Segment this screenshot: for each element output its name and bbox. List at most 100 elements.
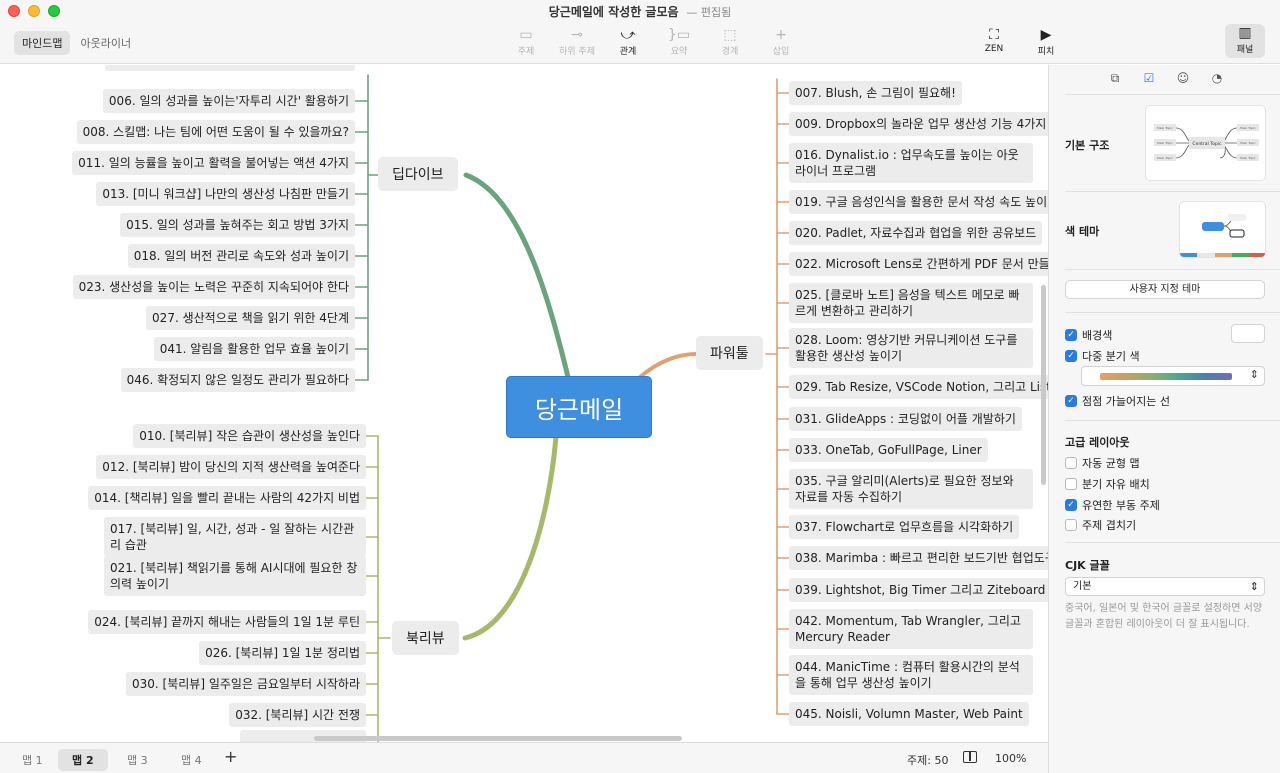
topic-node[interactable]: 014. [책리뷰] 일을 빨리 끝내는 사람의 42가지 비법 bbox=[88, 486, 366, 510]
topic-node[interactable]: 009. Dropbox의 놀라운 업무 생산성 기능 4가지 bbox=[789, 112, 1048, 136]
topic-node-partial[interactable] bbox=[105, 65, 355, 71]
background-color-well[interactable] bbox=[1231, 324, 1265, 343]
relationship-button[interactable]: ⤻ 관계 bbox=[603, 26, 653, 57]
mindmap-canvas[interactable]: 당근메일 딥다이브 북리뷰 파워툴 006. 일의 성과를 높이는'자투리 시간… bbox=[0, 65, 1048, 742]
structure-thumbnail[interactable]: Central Topic Main Topic Main Topic Main… bbox=[1145, 105, 1266, 181]
zen-label: ZEN bbox=[984, 44, 1004, 54]
zen-button[interactable]: ⛶ ZEN bbox=[969, 26, 1019, 54]
map-tab-4[interactable]: 맵 4 bbox=[167, 749, 216, 771]
divider bbox=[1065, 191, 1280, 192]
map-tab-1[interactable]: 맵 1 bbox=[8, 749, 57, 771]
topic-node[interactable]: 018. 일의 버전 관리로 속도와 성과 높이기 bbox=[127, 244, 355, 268]
flexible-float-checkbox[interactable]: ✓ 유연한 부동 주제 bbox=[1065, 497, 1160, 513]
topic-node[interactable]: 021. [북리뷰] 책읽기를 통해 AI시대에 필요한 창의력 높이기 bbox=[104, 556, 366, 596]
topic-node[interactable]: 026. [북리뷰] 1일 1분 정리법 bbox=[199, 641, 366, 665]
central-topic[interactable]: 당근메일 bbox=[506, 376, 652, 438]
theme-color-swatch bbox=[1232, 253, 1250, 257]
summary-button[interactable]: }▭ 요약 bbox=[654, 26, 704, 57]
topic-node[interactable]: 035. 구글 알리미(Alerts)로 필요한 정보와 자료를 자동 수집하기 bbox=[789, 469, 1033, 509]
topic-node[interactable]: 041. 알림을 활용한 업무 효율 높이기 bbox=[153, 337, 355, 361]
vertical-scrollbar[interactable] bbox=[1041, 285, 1046, 485]
topic-node[interactable]: 042. Momentum, Tab Wrangler, 그리고 Mercury… bbox=[789, 609, 1033, 649]
topic-node[interactable]: 029. Tab Resize, VSCode Notion, 그리고 List bbox=[789, 375, 1048, 399]
boundary-icon: ⬚ bbox=[723, 27, 737, 43]
topic-node[interactable]: 024. [북리뷰] 끝까지 해내는 사람들의 1일 1분 루틴 bbox=[88, 610, 366, 634]
topic-node[interactable]: 013. [미니 워크샵] 나만의 생산성 나침판 만들기 bbox=[96, 182, 355, 206]
connector-line bbox=[462, 434, 559, 641]
add-map-button[interactable]: + bbox=[224, 747, 237, 766]
background-color-checkbox[interactable]: ✓ 배경색 bbox=[1065, 327, 1112, 343]
cjk-font-label: CJK 글꼴 bbox=[1065, 559, 1110, 572]
topic-node[interactable]: 030. [북리뷰] 일주일은 금요일부터 시작하라 bbox=[126, 672, 366, 696]
topic-node[interactable]: 007. Blush, 손 그림이 필요해! bbox=[789, 81, 962, 105]
panel-tabs: ⧉ ☑ ☺ ◔ bbox=[1049, 71, 1280, 91]
topic-node[interactable]: 010. [북리뷰] 작은 습관이 생산성을 높인다 bbox=[133, 424, 366, 448]
checkbox-checked[interactable]: ✓ bbox=[1065, 395, 1077, 407]
auto-balance-checkbox[interactable]: 자동 균형 맵 bbox=[1065, 455, 1140, 471]
checkbox-unchecked[interactable] bbox=[1065, 478, 1077, 490]
topic-overlap-label: 주제 겹치기 bbox=[1082, 519, 1137, 532]
shape-icon[interactable]: ⧉ bbox=[1105, 71, 1125, 89]
topic-node[interactable]: 016. Dynalist.io : 업무속도를 높이는 아웃라이너 프로그램 bbox=[789, 143, 1033, 183]
map-tab-3[interactable]: 맵 3 bbox=[113, 749, 162, 771]
checkbox-checked[interactable]: ✓ bbox=[1065, 499, 1077, 511]
summary-label: 요약 bbox=[670, 47, 688, 57]
book-icon[interactable] bbox=[963, 751, 977, 763]
topic-node[interactable]: 025. [클로바 노트] 음성을 텍스트 메모로 빠르게 변환하고 관리하기 bbox=[789, 283, 1033, 323]
multi-branch-color-checkbox[interactable]: ✓ 다중 분기 색 bbox=[1065, 348, 1140, 364]
topic-node[interactable]: 019. 구글 음성인식을 활용한 문서 작성 속도 높이기 bbox=[789, 190, 1048, 214]
topic-node[interactable]: 038. Marimba : 빠르고 편리한 보드기반 협업도구 bbox=[789, 546, 1048, 570]
topic-node[interactable]: 022. Microsoft Lens로 간편하게 PDF 문서 만들기 bbox=[789, 252, 1048, 276]
horizontal-scrollbar[interactable] bbox=[314, 736, 682, 741]
topic-node[interactable]: 008. 스킬맵: 나는 팀에 어떤 도움이 될 수 있을까요? bbox=[76, 120, 355, 144]
topic-overlap-checkbox[interactable]: 주제 겹치기 bbox=[1065, 517, 1136, 533]
svg-text:Main Topic: Main Topic bbox=[1157, 141, 1173, 145]
branch-color-select[interactable]: ⇕ bbox=[1081, 366, 1265, 386]
emoji-icon[interactable]: ☺ bbox=[1173, 71, 1193, 89]
branch-bookreview[interactable]: 북리뷰 bbox=[392, 621, 459, 655]
topic-node[interactable]: 046. 확정되지 않은 일정도 관리가 필요하다 bbox=[120, 368, 355, 392]
subtopic-button[interactable]: ⊸ 하위 주제 bbox=[552, 26, 602, 57]
topic-node[interactable]: 031. GlideApps : 코딩없이 어플 개발하기 bbox=[789, 407, 1022, 431]
insert-button[interactable]: + 삽입 bbox=[756, 26, 806, 57]
topic-node[interactable]: 032. [북리뷰] 시간 전쟁 bbox=[229, 703, 366, 727]
boundary-button[interactable]: ⬚ 경계 bbox=[705, 26, 755, 57]
topic-node[interactable]: 015. 일의 성과를 높혀주는 회고 방법 3가지 bbox=[120, 213, 355, 237]
map-tab-2[interactable]: 맵 2 bbox=[58, 749, 108, 771]
topic-node[interactable]: 033. OneTab, GoFullPage, Liner bbox=[789, 438, 988, 462]
panel-button[interactable]: ▥ 패널 bbox=[1225, 24, 1265, 58]
checkbox-checked[interactable]: ✓ bbox=[1065, 329, 1077, 341]
topic-node[interactable]: 044. ManicTime : 컴퓨터 활용시간의 분석을 통해 업무 생산성… bbox=[789, 655, 1033, 695]
topic-node[interactable]: 039. Lightshot, Big Timer 그리고 Ziteboard bbox=[789, 578, 1048, 602]
pitch-button[interactable]: ▶ 피치 bbox=[1021, 26, 1071, 57]
topic-node[interactable]: 027. 생산적으로 책을 읽기 위한 4단계 bbox=[146, 306, 355, 330]
topic-node[interactable]: 045. Noisli, Volumn Master, Web Paint bbox=[789, 702, 1029, 726]
topic-node[interactable]: 012. [북리뷰] 밤이 당신의 지적 생산력을 높여준다 bbox=[96, 455, 366, 479]
topic-button[interactable]: ▭ 주제 bbox=[501, 26, 551, 57]
tab-outliner[interactable]: 아웃라이너 bbox=[72, 31, 139, 55]
play-icon: ▶ bbox=[1040, 27, 1052, 43]
topic-node[interactable]: 023. 생산성을 높이는 노력은 꾸준히 지속되어야 한다 bbox=[72, 275, 355, 299]
checkbox-unchecked[interactable] bbox=[1065, 519, 1077, 531]
style-icon[interactable]: ☑ bbox=[1139, 71, 1159, 89]
topic-node[interactable]: 006. 일의 성과를 높이는'자투리 시간' 활용하기 bbox=[102, 89, 355, 113]
checkbox-checked[interactable]: ✓ bbox=[1065, 350, 1077, 362]
central-topic-thumb-text: Central Topic bbox=[1192, 141, 1222, 147]
zoom-level[interactable]: 100% bbox=[995, 752, 1026, 765]
topic-node[interactable]: 020. Padlet, 자료수집과 협업을 위한 공유보드 bbox=[789, 221, 1043, 245]
cjk-font-select[interactable]: 기본 ⇕ bbox=[1065, 577, 1265, 596]
topic-node[interactable]: 011. 일의 능률을 높이고 활력을 불어넣는 액션 4가지 bbox=[72, 151, 355, 175]
topic-node[interactable]: 017. [북리뷰] 일, 시간, 성과 - 일 잘하는 시간관리 습관 bbox=[104, 517, 366, 557]
custom-theme-button[interactable]: 사용자 지정 테마 bbox=[1065, 280, 1265, 299]
branch-deepdive[interactable]: 딥다이브 bbox=[378, 157, 458, 191]
branch-powertool[interactable]: 파워툴 bbox=[696, 336, 763, 370]
theme-icon[interactable]: ◔ bbox=[1207, 71, 1227, 89]
tapered-lines-checkbox[interactable]: ✓ 점점 가늘어지는 선 bbox=[1065, 393, 1170, 409]
tab-mindmap[interactable]: 마인드맵 bbox=[14, 31, 71, 55]
free-position-checkbox[interactable]: 분기 자유 배치 bbox=[1065, 476, 1150, 492]
topic-node[interactable]: 037. Flowchart로 업무흐름을 시각화하기 bbox=[789, 515, 1020, 539]
topic-node[interactable]: 028. Loom: 영상기반 커뮤니케이션 도구를 활용한 생산성 높이기 bbox=[789, 328, 1033, 368]
cjk-font-hint: 중국어, 일본어 및 한국어 글꼴로 설정하면 서양 글꼴과 혼합된 레이아웃이… bbox=[1065, 603, 1263, 630]
checkbox-unchecked[interactable] bbox=[1065, 457, 1077, 469]
color-theme-thumbnail[interactable] bbox=[1179, 201, 1266, 258]
